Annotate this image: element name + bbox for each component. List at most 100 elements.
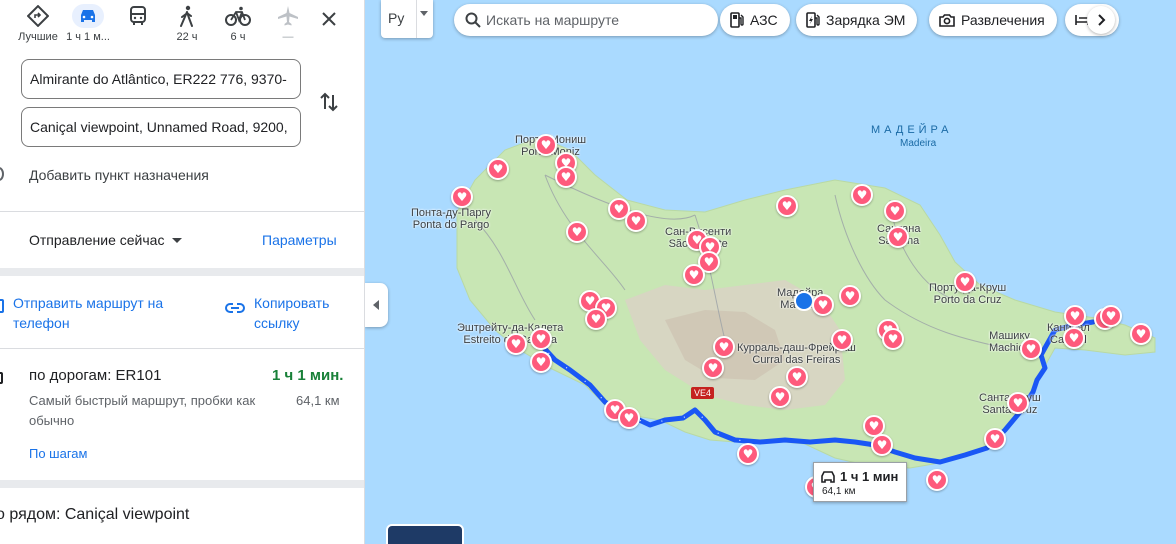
directions-panel: Лучшие 1 ч 1 м... 22 ч 6 ч — Almirante d… (0, 0, 365, 544)
swap-arrows-icon (320, 92, 338, 112)
mode-flight[interactable]: — (262, 0, 314, 50)
bike-icon (223, 4, 253, 28)
saved-place-pin[interactable] (984, 428, 1006, 450)
mode-walk[interactable]: 22 ч (161, 0, 213, 50)
road-shield: VE4 (691, 387, 715, 399)
map-canvas[interactable]: Порто-МонишPorto Moniz Понта-ду-ПаргуPon… (365, 0, 1176, 544)
saved-place-pin[interactable] (786, 366, 808, 388)
mode-bike[interactable]: 6 ч (212, 0, 264, 50)
mode-best[interactable]: Лучшие (12, 0, 64, 50)
imagery-thumbnail[interactable] (386, 524, 464, 544)
callout-duration: 1 ч 1 мин (840, 469, 899, 484)
saved-place-pin[interactable] (1020, 338, 1042, 360)
send-to-phone-label: Отправить маршрут на телефон (13, 295, 164, 331)
saved-place-pin[interactable] (839, 285, 861, 307)
swap-locations-button[interactable] (318, 90, 340, 114)
travel-mode-bar: Лучшие 1 ч 1 м... 22 ч 6 ч — (0, 0, 364, 50)
divider (416, 0, 417, 38)
mode-bike-label: 6 ч (230, 31, 246, 43)
chips-next-button[interactable] (1087, 6, 1115, 34)
chip-gas-stations[interactable]: АЗС (720, 4, 790, 36)
saved-place-pin[interactable] (683, 264, 705, 286)
saved-place-pin[interactable] (812, 294, 834, 316)
saved-place-pin[interactable] (737, 443, 759, 465)
mode-transit[interactable] (112, 0, 164, 50)
island-label: МАДЕЙРА (871, 124, 953, 136)
chevron-right-icon (1098, 14, 1106, 26)
mode-car[interactable]: 1 ч 1 м... (62, 0, 114, 50)
route-search-box[interactable] (454, 4, 718, 36)
saved-place-pin[interactable] (1100, 305, 1122, 327)
caret-down-icon (172, 237, 183, 243)
saved-place-pin[interactable] (882, 328, 904, 350)
saved-place-pin[interactable] (887, 226, 909, 248)
saved-place-pin[interactable] (530, 351, 552, 373)
add-destination-label: Добавить пункт назначения (29, 167, 209, 183)
route-steps-link[interactable]: По шагам (29, 446, 87, 461)
departure-time-label: Отправление сейчас (29, 232, 165, 248)
language-label: Ру (388, 10, 405, 26)
saved-place-pin[interactable] (535, 134, 557, 156)
bus-icon (123, 4, 153, 28)
close-directions-button[interactable] (316, 6, 342, 32)
saved-place-pin[interactable] (585, 308, 607, 330)
saved-place-pin[interactable] (713, 336, 735, 358)
chevron-left-icon (373, 300, 379, 310)
mode-car-label: 1 ч 1 м... (66, 31, 110, 43)
plane-icon (273, 4, 303, 28)
map-terrain (456, 136, 1156, 469)
saved-place-pin[interactable] (566, 221, 588, 243)
language-layer-button[interactable]: Ру (381, 0, 433, 38)
car-icon (821, 471, 835, 483)
car-icon (0, 372, 3, 384)
ev-charging-icon (806, 12, 820, 28)
gas-station-icon (730, 12, 744, 28)
copy-link-label: Копировать ссылку (254, 295, 330, 331)
link-icon (225, 303, 245, 313)
divider (0, 348, 364, 349)
saved-place-pin[interactable] (1064, 305, 1086, 327)
send-to-phone-button[interactable]: Отправить маршрут на телефон (0, 293, 190, 337)
saved-place-pin[interactable] (555, 166, 577, 188)
add-destination-button[interactable]: Добавить пункт назначения (0, 162, 364, 188)
collapse-panel-button[interactable] (365, 283, 388, 327)
copy-link-button[interactable]: Копировать ссылку (222, 293, 362, 337)
chip-entertainment[interactable]: Развлечения (929, 4, 1057, 36)
close-icon (322, 12, 336, 26)
saved-place-pin[interactable] (451, 186, 473, 208)
route-duration: 1 ч 1 мин. (272, 367, 344, 384)
route-duration-callout[interactable]: 1 ч 1 мин 64,1 км (813, 462, 907, 502)
saved-place-pin[interactable] (871, 434, 893, 456)
destination-input[interactable]: Caniçal viewpoint, Unnamed Road, 9200, (21, 107, 301, 147)
route-distance: 64,1 км (296, 393, 340, 408)
saved-place-pin[interactable] (831, 329, 853, 351)
saved-place-pin[interactable] (487, 158, 509, 180)
saved-place-pin[interactable] (926, 469, 948, 491)
origin-input[interactable]: Almirante do Atlântico, ER222 776, 9370- (21, 59, 301, 99)
saved-place-pin[interactable] (769, 386, 791, 408)
saved-place-pin[interactable] (954, 271, 976, 293)
departure-time-dropdown[interactable]: Отправление сейчас (29, 232, 183, 248)
saved-place-pin[interactable] (1130, 323, 1152, 345)
shopping-marker-icon[interactable] (794, 291, 814, 311)
route-search-input[interactable] (486, 10, 706, 30)
route-name: по дорогам: ER101 (29, 367, 162, 384)
saved-place-pin[interactable] (505, 333, 527, 355)
saved-place-pin[interactable] (625, 210, 647, 232)
camera-icon (939, 13, 955, 27)
mode-walk-label: 22 ч (176, 31, 198, 43)
saved-place-pin[interactable] (618, 407, 640, 429)
walk-icon (172, 4, 202, 28)
saved-place-pin[interactable] (702, 357, 724, 379)
saved-place-pin[interactable] (851, 184, 873, 206)
chip-ev-charging[interactable]: Зарядка ЭМ (796, 4, 918, 36)
saved-place-pin[interactable] (530, 328, 552, 350)
chip-entertainment-label: Развлечения (961, 12, 1045, 28)
route-option[interactable]: по дорогам: ER101 1 ч 1 мин. Самый быстр… (0, 350, 364, 480)
saved-place-pin[interactable] (1063, 327, 1085, 349)
saved-place-pin[interactable] (776, 195, 798, 217)
search-icon (465, 12, 481, 28)
saved-place-pin[interactable] (1007, 392, 1029, 414)
route-options-link[interactable]: Параметры (262, 232, 337, 248)
saved-place-pin[interactable] (884, 200, 906, 222)
